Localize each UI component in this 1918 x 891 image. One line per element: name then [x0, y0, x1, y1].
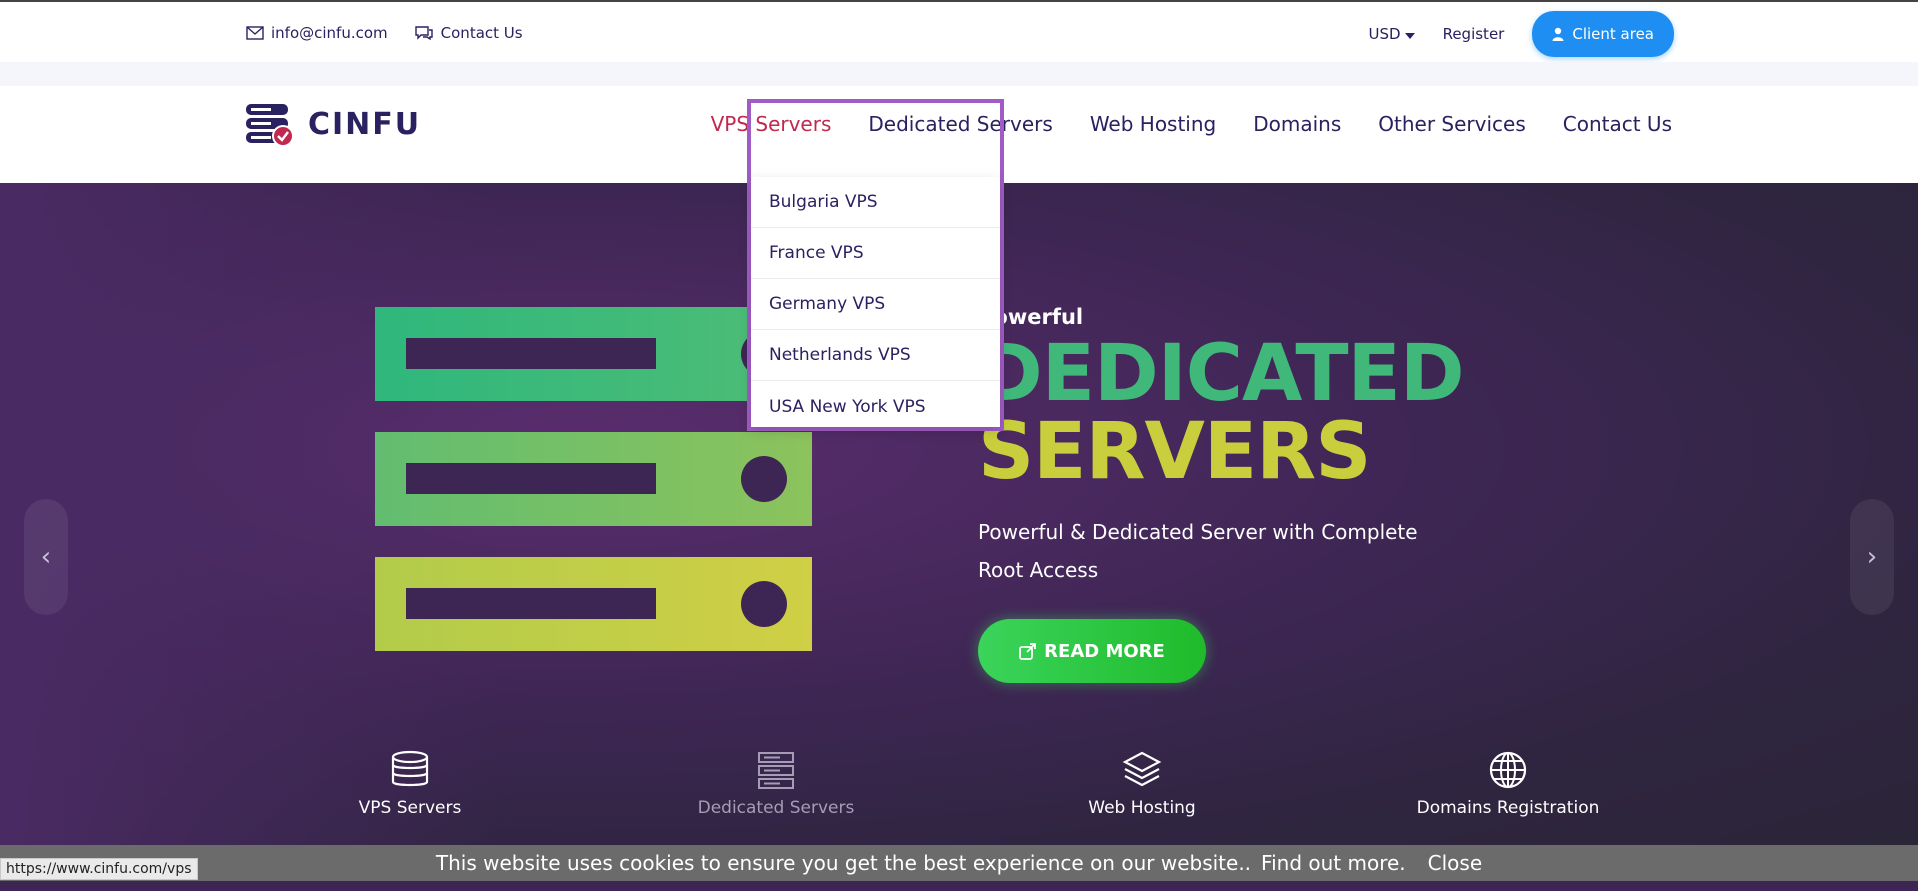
contact-link[interactable]: Contact Us — [414, 24, 523, 42]
feature-vps-servers[interactable]: VPS Servers — [300, 750, 520, 818]
logo[interactable]: CINFU — [246, 102, 421, 146]
server-rack-unit-2 — [375, 432, 812, 526]
page-bottom-strip — [0, 881, 1918, 891]
hero-eyebrow: Powerful — [978, 305, 1084, 329]
cookie-close-button[interactable]: Close — [1428, 851, 1482, 875]
browser-status-url: https://www.cinfu.com/vps — [0, 858, 198, 880]
vps-dropdown-menu: Bulgaria VPS France VPS Germany VPS Neth… — [751, 177, 1000, 427]
chevron-right-icon: › — [1866, 542, 1878, 572]
chat-icon — [414, 26, 433, 41]
cookie-find-out-more-link[interactable]: Find out more. — [1261, 851, 1406, 875]
dropdown-item-france-vps[interactable]: France VPS — [751, 228, 1000, 279]
dropdown-item-netherlands-vps[interactable]: Netherlands VPS — [751, 330, 1000, 381]
nav-domains[interactable]: Domains — [1253, 112, 1341, 136]
rack-led — [741, 456, 787, 502]
user-icon — [1552, 27, 1564, 41]
logo-text: CINFU — [308, 106, 422, 142]
top-bar: info@cinfu.com Contact Us USD Register C… — [0, 0, 1918, 62]
feature-web-hosting-label: Web Hosting — [1088, 798, 1196, 818]
server-logo-icon — [246, 104, 294, 146]
cookie-message: This website uses cookies to ensure you … — [435, 851, 1252, 875]
hero-text-block: Powerful DEDICATED SERVERS Powerful & De… — [978, 305, 1498, 589]
currency-selector[interactable]: USD — [1369, 25, 1415, 43]
email-text: info@cinfu.com — [271, 24, 388, 42]
rack-led — [741, 581, 787, 627]
dropdown-item-germany-vps[interactable]: Germany VPS — [751, 279, 1000, 330]
header-divider-band — [0, 62, 1918, 86]
dropdown-item-bulgaria-vps[interactable]: Bulgaria VPS — [751, 177, 1000, 228]
server-stack-icon — [758, 752, 794, 789]
server-rack-unit-3 — [375, 557, 812, 651]
contact-text: Contact Us — [440, 24, 523, 42]
hero-headline-line-2: SERVERS — [978, 407, 1371, 497]
register-link[interactable]: Register — [1443, 25, 1505, 43]
feature-domains-label: Domains Registration — [1416, 798, 1600, 818]
feature-dedicated-servers[interactable]: Dedicated Servers — [666, 750, 886, 818]
slider-prev-button[interactable]: ‹ — [24, 499, 68, 615]
database-icon — [391, 750, 429, 787]
nav-web-hosting[interactable]: Web Hosting — [1090, 112, 1216, 136]
feature-dedicated-label: Dedicated Servers — [697, 798, 855, 818]
nav-contact-us[interactable]: Contact Us — [1563, 112, 1672, 136]
external-link-icon — [1019, 642, 1037, 660]
rack-slot — [406, 338, 656, 369]
dropdown-item-usa-new-york-vps[interactable]: USA New York VPS — [751, 381, 1000, 432]
cookie-banner: This website uses cookies to ensure you … — [0, 845, 1918, 881]
slider-next-button[interactable]: › — [1850, 499, 1894, 615]
rack-slot — [406, 588, 656, 619]
globe-icon — [1489, 751, 1527, 789]
nav-other-services[interactable]: Other Services — [1378, 112, 1525, 136]
caret-down-icon — [1404, 32, 1415, 39]
feature-domains-registration[interactable]: Domains Registration — [1398, 750, 1618, 818]
chevron-left-icon: ‹ — [40, 542, 52, 572]
client-area-button[interactable]: Client area — [1532, 11, 1674, 57]
hero-headline-line-1: DEDICATED — [978, 329, 1465, 419]
layers-icon — [1122, 751, 1162, 787]
read-more-button[interactable]: READ MORE — [978, 619, 1206, 683]
feature-vps-label: VPS Servers — [358, 798, 462, 818]
envelope-icon — [246, 26, 264, 40]
email-link[interactable]: info@cinfu.com — [246, 24, 388, 42]
read-more-label: READ MORE — [1044, 640, 1165, 662]
hero-description: Powerful & Dedicated Server with Complet… — [978, 520, 1418, 582]
feature-web-hosting[interactable]: Web Hosting — [1032, 750, 1252, 818]
client-area-label: Client area — [1572, 25, 1654, 43]
currency-label: USD — [1368, 25, 1401, 43]
rack-slot — [406, 463, 656, 494]
